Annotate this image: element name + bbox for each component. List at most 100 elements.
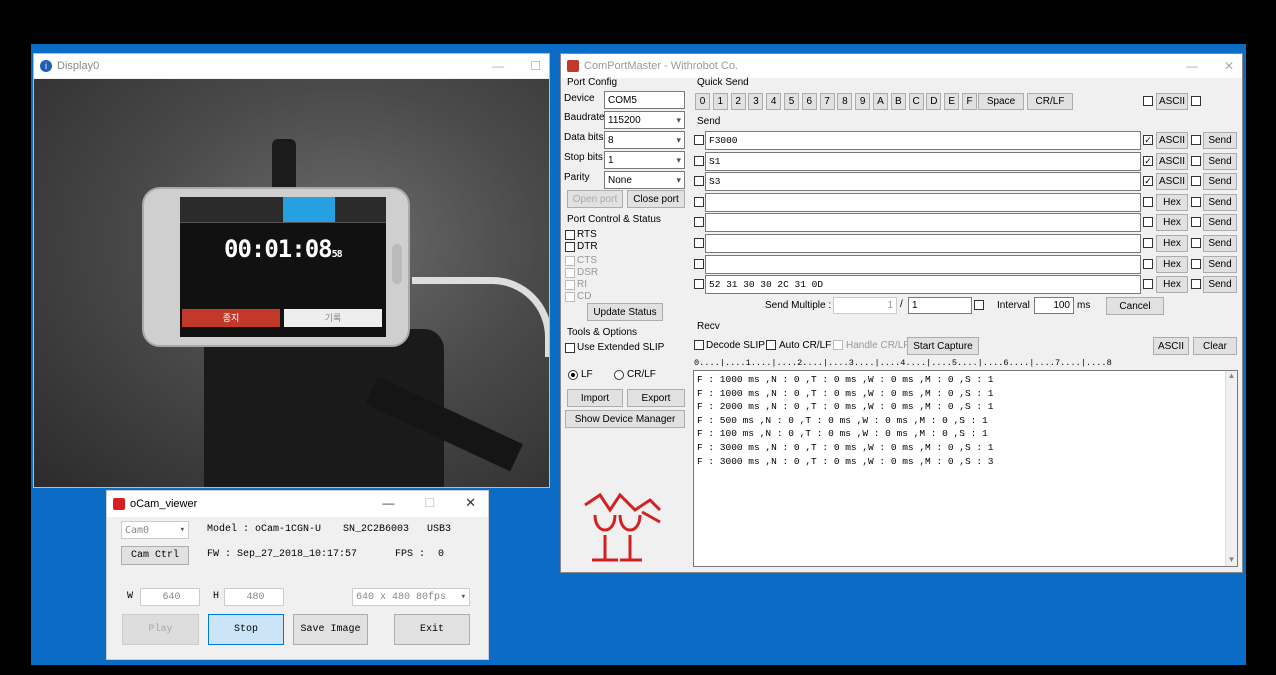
- maximize-icon[interactable]: ☐: [530, 59, 541, 73]
- minimize-icon[interactable]: —: [382, 496, 394, 510]
- send-row-send-button[interactable]: Send: [1203, 214, 1237, 232]
- cancel-button[interactable]: Cancel: [1106, 297, 1164, 315]
- send-row-mode-button[interactable]: ASCII: [1156, 152, 1188, 170]
- send-row-mode-checkbox[interactable]: ✓: [1143, 155, 1153, 166]
- send-row-input[interactable]: S1: [705, 151, 1141, 171]
- send-row-input[interactable]: 52 31 30 30 2C 31 0D: [705, 275, 1141, 295]
- start-capture-button[interactable]: Start Capture: [907, 337, 979, 355]
- quick-key-f[interactable]: F: [962, 93, 977, 110]
- lf-radio[interactable]: [568, 370, 578, 380]
- show-device-manager-button[interactable]: Show Device Manager: [565, 410, 685, 428]
- quick-key-d[interactable]: D: [926, 93, 942, 110]
- play-button[interactable]: Play: [122, 614, 199, 645]
- quick-key-4[interactable]: 4: [766, 93, 782, 110]
- crlf-radio[interactable]: [614, 370, 624, 380]
- quick-key-1[interactable]: 1: [712, 93, 728, 110]
- send-row-mode-button[interactable]: ASCII: [1156, 132, 1188, 149]
- use-extended-slip-checkbox[interactable]: [565, 343, 575, 353]
- send-row-input[interactable]: S3: [705, 172, 1141, 192]
- send-row-input[interactable]: [705, 192, 1141, 212]
- quick-key-6[interactable]: 6: [801, 93, 817, 110]
- send-row-send-button[interactable]: Send: [1203, 255, 1237, 273]
- send-row-input[interactable]: [705, 254, 1141, 274]
- minimize-icon[interactable]: —: [492, 59, 504, 73]
- decode-slip-checkbox[interactable]: [694, 340, 704, 350]
- cam-select[interactable]: Cam0: [121, 521, 189, 539]
- import-button[interactable]: Import: [567, 389, 623, 407]
- send-row-send-button[interactable]: Send: [1203, 173, 1237, 191]
- stop-button[interactable]: Stop: [208, 614, 284, 645]
- close-icon[interactable]: ✕: [1224, 59, 1234, 73]
- quick-key-a[interactable]: A: [873, 93, 888, 110]
- send-row-select-checkbox[interactable]: [694, 238, 704, 248]
- quick-crlf-button[interactable]: CR/LF: [1027, 93, 1073, 110]
- send-row-send-button[interactable]: Send: [1203, 235, 1237, 252]
- send-row-select-checkbox[interactable]: [694, 155, 704, 166]
- quick-key-0[interactable]: 0: [695, 93, 710, 110]
- recv-scrollbar[interactable]: ▲ ▼: [1225, 371, 1237, 566]
- quick-key-b[interactable]: B: [890, 93, 906, 110]
- send-row-mode-checkbox[interactable]: [1143, 196, 1153, 207]
- send-row-repeat-checkbox[interactable]: [1191, 217, 1201, 228]
- close-icon[interactable]: ✕: [465, 495, 476, 511]
- quick-key-7[interactable]: 7: [819, 93, 835, 110]
- quick-key-5[interactable]: 5: [784, 93, 799, 110]
- send-row-repeat-checkbox[interactable]: [1191, 135, 1201, 145]
- parity-select[interactable]: None: [604, 171, 685, 189]
- send-row-select-checkbox[interactable]: [694, 279, 704, 290]
- close-port-button[interactable]: Close port: [627, 190, 685, 208]
- quick-key-e[interactable]: E: [944, 93, 960, 110]
- quick-key-2[interactable]: 2: [730, 93, 746, 110]
- quick-key-3[interactable]: 3: [748, 93, 764, 110]
- resolution-select[interactable]: 640 x 480 80fps: [352, 588, 470, 606]
- send-row-repeat-checkbox[interactable]: [1191, 155, 1201, 166]
- send-row-input[interactable]: [705, 213, 1141, 233]
- quick-ascii-checkbox-2[interactable]: [1191, 96, 1201, 106]
- maximize-icon[interactable]: ☐: [424, 496, 435, 510]
- send-row-repeat-checkbox[interactable]: [1191, 279, 1201, 290]
- quick-key-c[interactable]: C: [908, 93, 924, 110]
- send-row-input[interactable]: [705, 234, 1141, 253]
- send-row-mode-button[interactable]: ASCII: [1156, 173, 1188, 191]
- quick-key-9[interactable]: 9: [855, 93, 871, 110]
- send-row-repeat-checkbox[interactable]: [1191, 258, 1201, 269]
- send-row-select-checkbox[interactable]: [694, 196, 704, 207]
- quick-ascii-button[interactable]: ASCII: [1156, 93, 1188, 110]
- dtr-checkbox[interactable]: [565, 242, 575, 252]
- auto-crlf-checkbox[interactable]: [766, 340, 776, 350]
- exit-button[interactable]: Exit: [394, 614, 470, 645]
- minimize-icon[interactable]: —: [1186, 59, 1198, 73]
- scroll-down-icon[interactable]: ▼: [1226, 555, 1237, 564]
- update-status-button[interactable]: Update Status: [587, 303, 663, 321]
- send-multiple-total[interactable]: 1: [908, 297, 972, 314]
- space-button[interactable]: Space: [978, 93, 1024, 110]
- send-row-send-button[interactable]: Send: [1203, 152, 1237, 170]
- recv-ascii-button[interactable]: ASCII: [1153, 337, 1189, 355]
- databits-select[interactable]: 8: [604, 131, 685, 149]
- send-row-mode-checkbox[interactable]: [1143, 258, 1153, 269]
- send-row-mode-button[interactable]: Hex: [1156, 255, 1188, 273]
- clear-button[interactable]: Clear: [1193, 337, 1237, 355]
- send-row-send-button[interactable]: Send: [1203, 193, 1237, 211]
- send-row-send-button[interactable]: Send: [1203, 276, 1237, 294]
- send-row-select-checkbox[interactable]: [694, 258, 704, 269]
- send-row-select-checkbox[interactable]: [694, 135, 704, 145]
- send-row-mode-button[interactable]: Hex: [1156, 214, 1188, 232]
- send-row-repeat-checkbox[interactable]: [1191, 238, 1201, 248]
- send-row-mode-button[interactable]: Hex: [1156, 193, 1188, 211]
- send-row-repeat-checkbox[interactable]: [1191, 176, 1201, 187]
- open-port-button[interactable]: Open port: [567, 190, 623, 208]
- device-input[interactable]: COM5: [604, 91, 685, 109]
- send-row-mode-checkbox[interactable]: ✓: [1143, 176, 1153, 187]
- send-row-mode-button[interactable]: Hex: [1156, 276, 1188, 294]
- send-row-mode-checkbox[interactable]: ✓: [1143, 135, 1153, 145]
- send-row-send-button[interactable]: Send: [1203, 132, 1237, 149]
- interval-input[interactable]: 100: [1034, 297, 1074, 314]
- quick-ascii-checkbox[interactable]: [1143, 96, 1153, 106]
- export-button[interactable]: Export: [627, 389, 685, 407]
- stopbits-select[interactable]: 1: [604, 151, 685, 169]
- recv-area[interactable]: F : 1000 ms ,N : 0 ,T : 0 ms ,W : 0 ms ,…: [693, 370, 1238, 567]
- send-row-select-checkbox[interactable]: [694, 176, 704, 187]
- send-row-input[interactable]: F3000: [705, 131, 1141, 150]
- send-row-repeat-checkbox[interactable]: [1191, 196, 1201, 207]
